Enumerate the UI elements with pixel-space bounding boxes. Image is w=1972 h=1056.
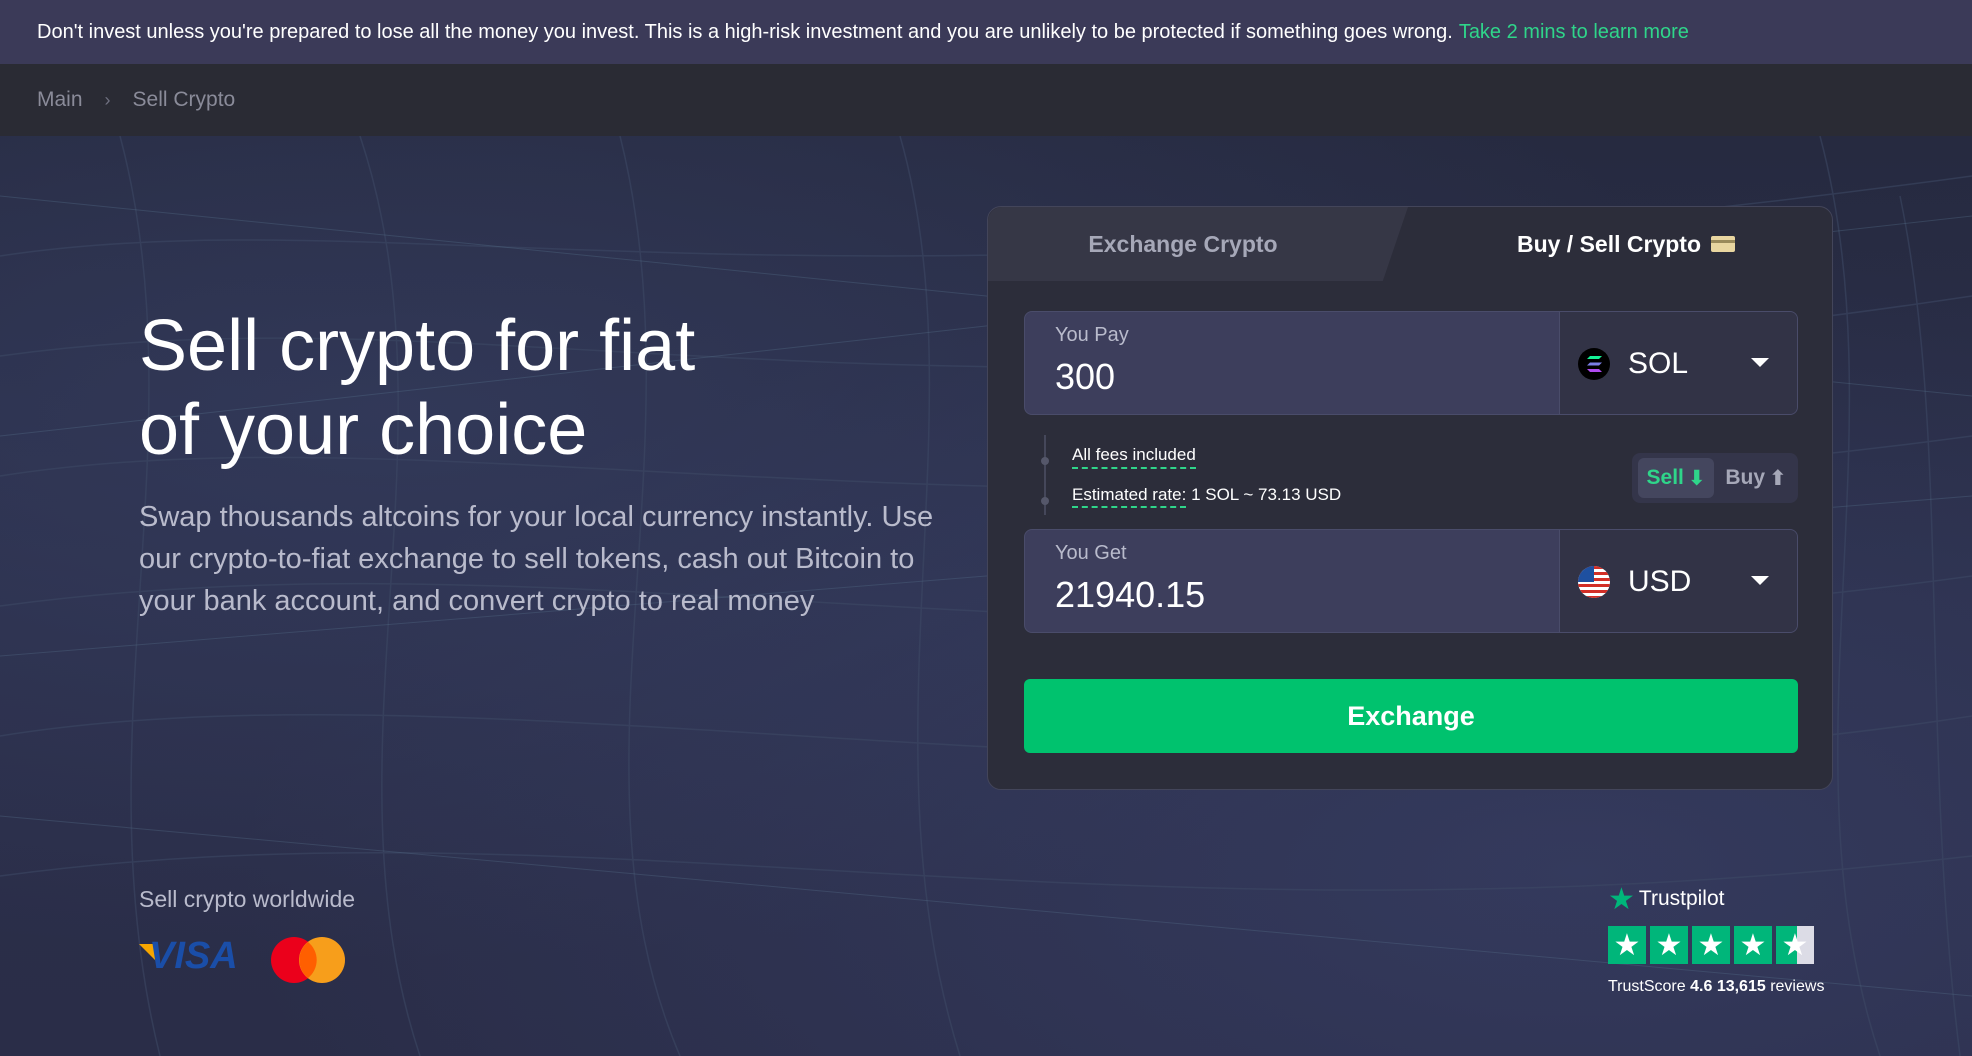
- sell-toggle-button[interactable]: Sell ⬇: [1638, 458, 1714, 498]
- risk-warning-text: Don't invest unless you're prepared to l…: [37, 20, 1453, 43]
- estimated-rate-label[interactable]: Estimated rate:: [1072, 485, 1187, 508]
- worldwide-caption: Sell crypto worldwide: [139, 886, 356, 912]
- solana-icon: [1578, 348, 1610, 380]
- rate-info: All fees included Estimated rate: 1 SOL …: [1024, 429, 1798, 521]
- learn-more-link[interactable]: Take 2 mins to learn more: [1459, 21, 1689, 44]
- trustpilot-rating-stars: ★ ★ ★ ★ ★: [1608, 926, 1818, 964]
- you-pay-field: You Pay SOL: [1024, 311, 1798, 415]
- estimated-rate-value: 1 SOL ~ 73.13 USD: [1191, 485, 1342, 504]
- estimated-rate: Estimated rate: 1 SOL ~ 73.13 USD: [1072, 485, 1342, 508]
- trustpilot-name: Trustpilot: [1638, 887, 1725, 910]
- trustpilot-score: TrustScore 4.6 13,615 reviews: [1608, 978, 1825, 995]
- get-currency-select[interactable]: USD: [1559, 530, 1797, 632]
- tab-buy-sell-crypto[interactable]: Buy / Sell Crypto: [1388, 207, 1834, 281]
- sell-buy-toggle: Sell ⬇ Buy ⬆: [1632, 453, 1798, 503]
- arrow-up-icon: ⬆: [1769, 466, 1787, 490]
- mastercard-logo: [271, 937, 345, 983]
- arrow-down-icon: ⬇: [1687, 466, 1706, 490]
- exchange-widget: Exchange Crypto Buy / Sell Crypto You Pa…: [987, 206, 1833, 790]
- you-get-field: You Get USD: [1024, 529, 1798, 633]
- you-get-input[interactable]: [1055, 570, 1555, 620]
- breadcrumb-main[interactable]: Main: [37, 88, 83, 112]
- half-star-icon: ★: [1776, 926, 1814, 964]
- pay-currency-select[interactable]: SOL: [1559, 312, 1797, 414]
- tab-buy-sell-label: Buy / Sell Crypto: [1516, 230, 1702, 257]
- star-icon: ★: [1734, 926, 1772, 964]
- star-icon: ★: [1650, 926, 1688, 964]
- star-icon: ★: [1608, 926, 1646, 964]
- credit-card-icon: [1711, 236, 1736, 252]
- trustpilot-star-icon: ★: [1608, 882, 1635, 916]
- risk-warning-banner: Don't invest unless you're prepared to l…: [0, 0, 1972, 64]
- buy-toggle-button[interactable]: Buy ⬆: [1720, 458, 1792, 498]
- visa-logo: VISA: [139, 935, 238, 974]
- trustpilot-brand: ★ Trustpilot: [1608, 882, 1725, 916]
- chevron-down-icon: [1751, 358, 1769, 367]
- hero-subtitle: Swap thousands altcoins for your local c…: [139, 501, 934, 617]
- svg-text:VISA: VISA: [149, 935, 238, 974]
- pay-currency-code: SOL: [1628, 347, 1689, 380]
- chevron-right-icon: ›: [104, 89, 111, 110]
- you-get-label: You Get: [1055, 542, 1127, 564]
- breadcrumb-current: Sell Crypto: [132, 88, 236, 111]
- us-flag-icon: [1578, 566, 1610, 598]
- exchange-button[interactable]: Exchange: [1024, 679, 1798, 753]
- you-pay-label: You Pay: [1055, 324, 1129, 346]
- get-currency-code: USD: [1628, 565, 1692, 598]
- timeline-dot: [1041, 457, 1049, 465]
- trustpilot-widget[interactable]: ★ Trustpilot ★ ★ ★ ★ ★ TrustScore 4.6 13…: [1608, 882, 1848, 1002]
- breadcrumb: Main › Sell Crypto: [0, 64, 1972, 136]
- page-title: Sell crypto for fiat of your choice: [139, 306, 696, 470]
- you-pay-input[interactable]: [1055, 352, 1555, 402]
- chevron-down-icon: [1751, 576, 1769, 585]
- widget-tabs: Exchange Crypto Buy / Sell Crypto: [988, 207, 1834, 281]
- fees-info[interactable]: All fees included: [1072, 445, 1196, 469]
- tab-exchange-crypto[interactable]: Exchange Crypto: [988, 207, 1408, 281]
- timeline-dot: [1041, 497, 1049, 505]
- star-icon: ★: [1692, 926, 1730, 964]
